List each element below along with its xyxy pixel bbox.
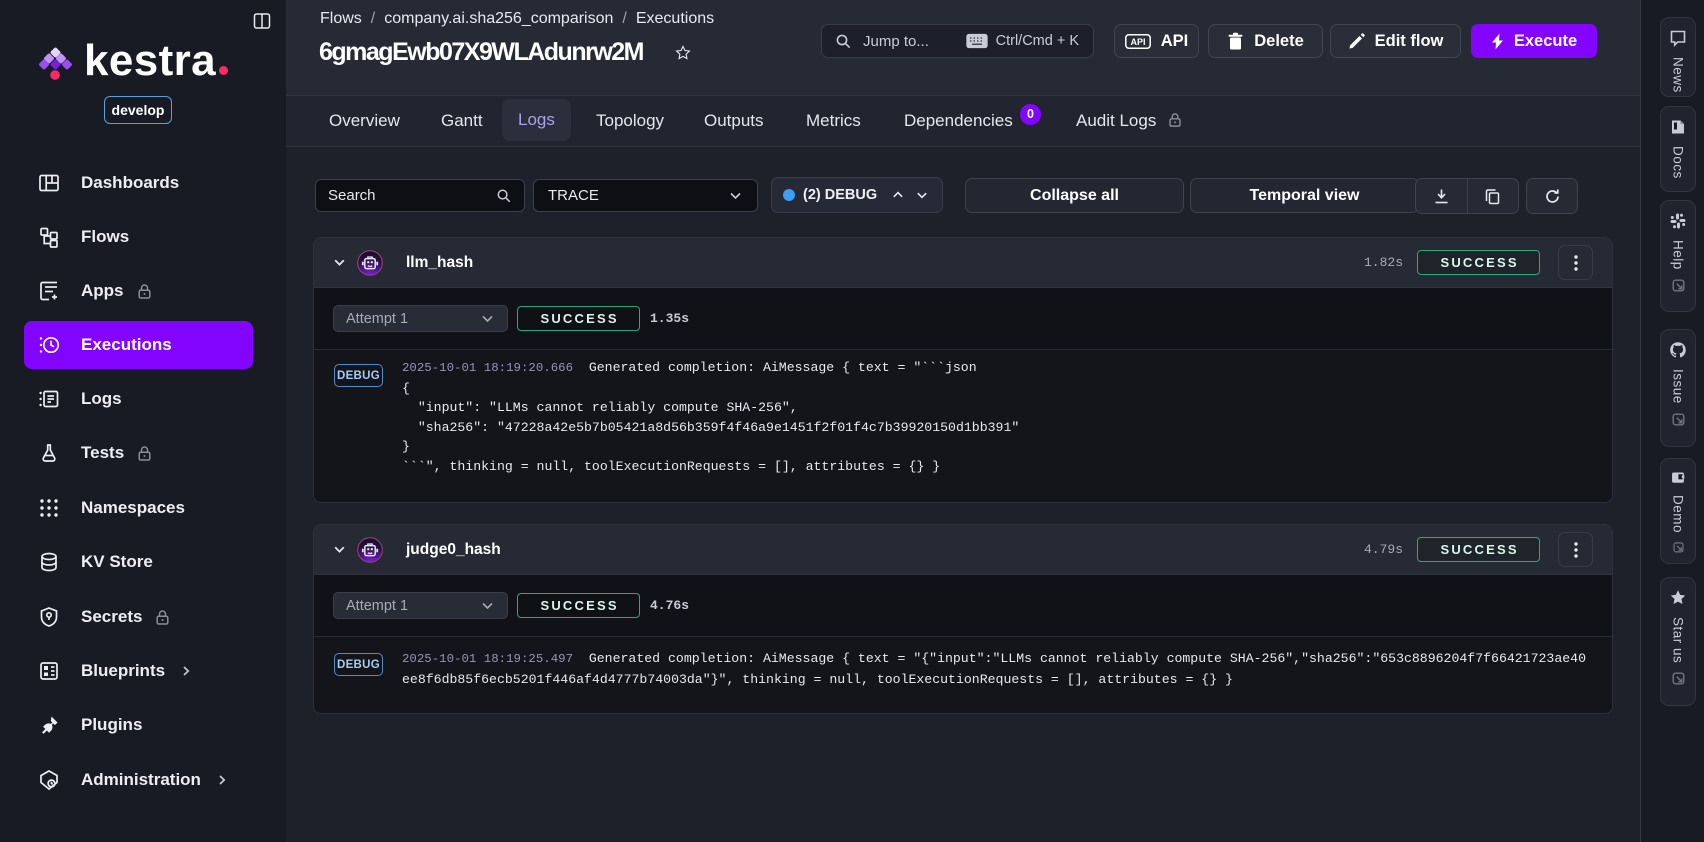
svg-text:API: API	[1130, 37, 1145, 47]
